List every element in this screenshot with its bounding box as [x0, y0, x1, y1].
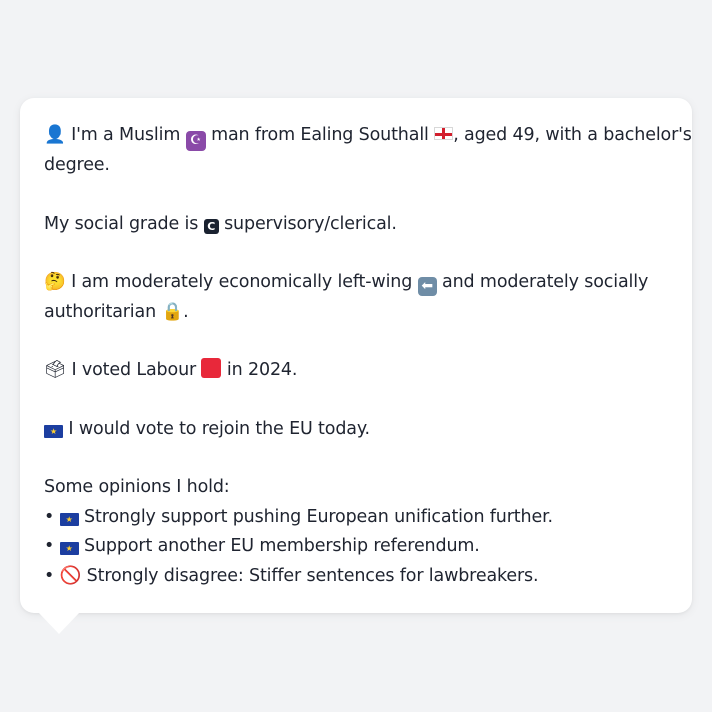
eu-flag-icon: ★: [59, 512, 79, 526]
opinion-text: Strongly disagree: Stiffer sentences for…: [86, 565, 539, 586]
vote-paragraph: 🗳 I voted Labour in 2024.: [44, 356, 674, 386]
opinion-text: Strongly support pushing European unific…: [84, 506, 553, 527]
economic-leaning-text: I am moderately economically left-wing: [71, 272, 413, 292]
intro-location-text: man from Ealing Southall: [211, 125, 429, 145]
vote-party-text: I voted Labour: [71, 360, 197, 380]
opinions-heading: Some opinions I hold:: [44, 477, 230, 497]
list-item: • 🚫 Strongly disagree: Stiffer sentences…: [44, 565, 539, 586]
intro-age-text: , aged 49, with a bachelor's: [453, 125, 692, 145]
star-and-crescent-icon: ☪: [185, 131, 206, 151]
intro-paragraph: 👤 I'm a Muslim ☪ man from Ealing Southal…: [44, 121, 692, 181]
vote-year-text: in 2024.: [226, 360, 298, 380]
list-item: • ★ Support another EU membership refere…: [44, 536, 480, 556]
thinking-face-icon: 🤔: [44, 272, 66, 292]
opinion-text: Support another EU membership referendum…: [84, 536, 480, 556]
person-silhouette-icon: 👤: [44, 125, 66, 145]
opinions-section: Some opinions I hold: • ★ Strongly suppo…: [44, 473, 674, 591]
ballot-box-icon: 🗳: [44, 360, 67, 380]
political-leaning-paragraph: 🤔 I am moderately economically left-wing…: [44, 272, 649, 322]
eu-rejoin-text: I would vote to rejoin the EU today.: [68, 418, 370, 439]
england-flag-icon: [434, 127, 454, 140]
grade-c-badge-icon: C: [203, 218, 219, 234]
persona-description: 👤 I'm a Muslim ☪ man from Ealing Southal…: [44, 121, 692, 591]
red-square-icon: [201, 358, 222, 378]
list-item: • ★ Strongly support pushing European un…: [44, 506, 553, 527]
authoritarian-text: authoritarian: [44, 301, 157, 322]
lock-icon: 🔒: [161, 301, 184, 322]
eu-flag-icon: ★: [59, 542, 79, 555]
eu-flag-icon: ★: [44, 424, 63, 438]
bubble-tail: [38, 612, 80, 634]
eu-paragraph: ★ I would vote to rejoin the EU today.: [44, 415, 674, 445]
social-leaning-text: and moderately socially: [442, 272, 649, 292]
social-grade-paragraph: My social grade is C supervisory/clerica…: [44, 210, 674, 240]
social-grade-value: supervisory/clerical.: [224, 213, 397, 234]
social-grade-label: My social grade is: [44, 213, 199, 234]
intro-degree-text: degree.: [44, 155, 110, 175]
left-arrow-icon: ⬅: [417, 277, 437, 296]
intro-religion-text: I'm a Muslim: [71, 125, 181, 145]
prohibited-icon: 🚫: [59, 565, 82, 586]
